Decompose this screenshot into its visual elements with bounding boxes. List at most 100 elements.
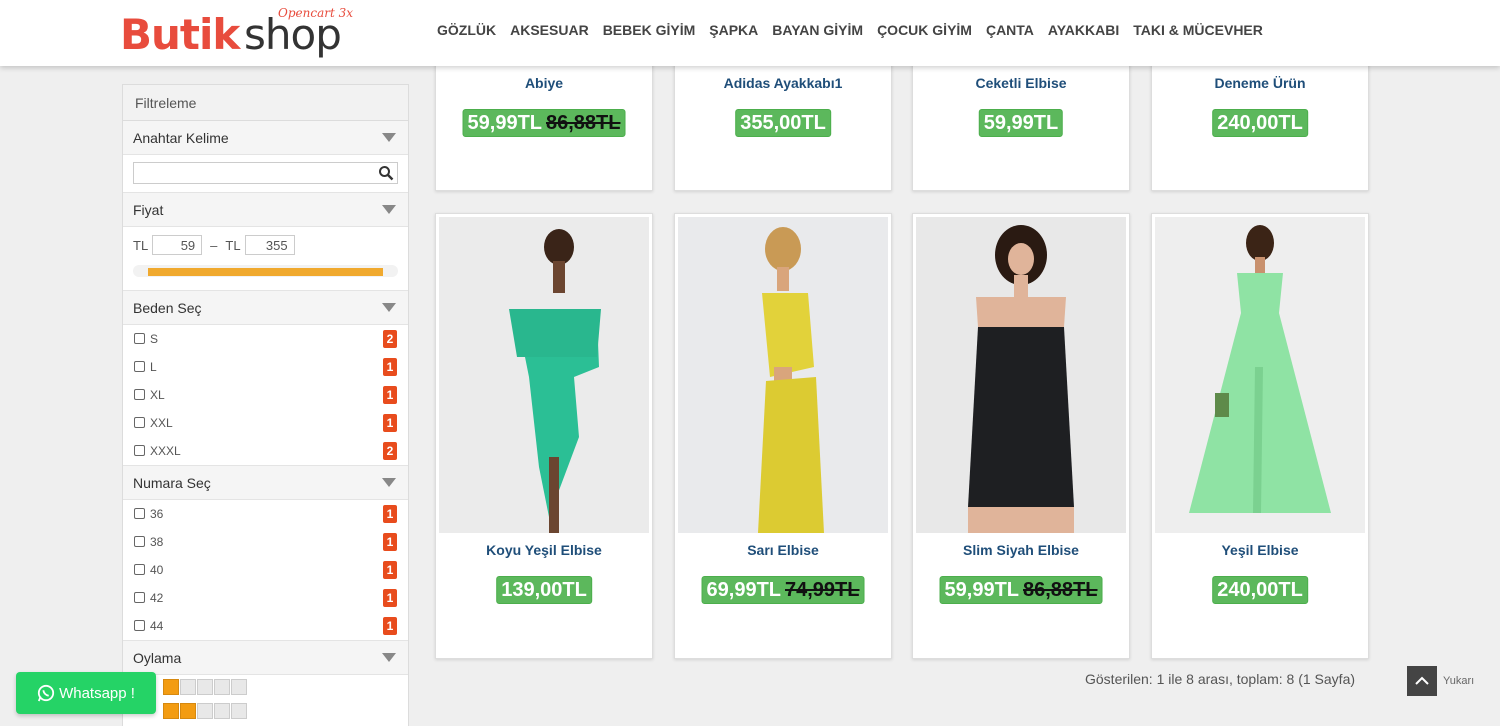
product-card[interactable]: Adidas Ayakkabı1 355,00TL xyxy=(674,60,892,191)
count-badge: 1 xyxy=(383,589,397,607)
product-name[interactable]: Sarı Elbise xyxy=(675,542,891,558)
size-option[interactable]: XXXL 2 xyxy=(123,437,408,465)
option-label: 44 xyxy=(150,619,164,633)
price-max-input[interactable]: 355 xyxy=(244,235,295,255)
keyword-section-header[interactable]: Anahtar Kelime xyxy=(123,121,408,155)
price-tag: 240,00TL xyxy=(1212,576,1308,604)
nav-item-gozluk[interactable]: GÖZLÜK xyxy=(430,22,503,38)
checkbox[interactable] xyxy=(134,508,145,519)
product-card[interactable]: Abiye 59,99TL 86,88TL xyxy=(435,60,653,191)
dress-illustration xyxy=(678,217,888,533)
star-empty-icon xyxy=(197,703,213,719)
nav-item-sapka[interactable]: ŞAPKA xyxy=(702,22,765,38)
checkbox[interactable] xyxy=(134,536,145,547)
count-badge: 1 xyxy=(383,561,397,579)
number-label: Numara Seç xyxy=(133,475,211,491)
price-range-separator: – xyxy=(210,237,218,253)
product-card[interactable]: Koyu Yeşil Elbise 139,00TL xyxy=(435,213,653,659)
product-image[interactable] xyxy=(1155,217,1365,533)
number-option[interactable]: 44 1 xyxy=(123,612,408,640)
dress-illustration xyxy=(916,217,1126,533)
price-current: 59,99TL xyxy=(983,112,1059,134)
product-card[interactable]: Sarı Elbise 69,99TL 74,99TL xyxy=(674,213,892,659)
count-badge: 1 xyxy=(383,358,397,376)
price-current: 240,00TL xyxy=(1217,579,1303,601)
star-empty-icon xyxy=(214,679,230,695)
number-options: 36 1 38 1 40 1 42 1 44 1 xyxy=(123,500,408,641)
checkbox[interactable] xyxy=(134,389,145,400)
nav-item-bayan-giyim[interactable]: BAYAN GİYİM xyxy=(765,22,870,38)
price-min-input[interactable]: 59 xyxy=(152,235,203,255)
site-header: Butik shop Opencart 3x GÖZLÜK AKSESUAR B… xyxy=(0,0,1500,66)
checkbox[interactable] xyxy=(134,592,145,603)
rating-section-header[interactable]: Oylama xyxy=(123,641,408,675)
star-filled-icon xyxy=(163,679,179,695)
product-name[interactable]: Deneme Ürün xyxy=(1152,75,1368,91)
product-name[interactable]: Abiye xyxy=(436,75,652,91)
product-name[interactable]: Ceketli Elbise xyxy=(913,75,1129,91)
checkbox[interactable] xyxy=(134,361,145,372)
rating-option-2[interactable] xyxy=(123,699,408,723)
checkbox[interactable] xyxy=(134,333,145,344)
rating-option-1[interactable] xyxy=(123,675,408,699)
main-nav: GÖZLÜK AKSESUAR BEBEK GİYİM ŞAPKA BAYAN … xyxy=(430,22,1270,38)
whatsapp-icon xyxy=(37,684,55,702)
collapse-triangle-icon xyxy=(382,133,396,142)
number-option[interactable]: 36 1 xyxy=(123,500,408,528)
price-old: 86,88TL xyxy=(1023,579,1098,601)
back-to-top-label[interactable]: Yukarı xyxy=(1443,675,1474,687)
product-card[interactable]: Deneme Ürün 240,00TL xyxy=(1151,60,1369,191)
size-option[interactable]: XXL 1 xyxy=(123,409,408,437)
nav-item-taki-mucevher[interactable]: TAKI & MÜCEVHER xyxy=(1126,22,1270,38)
option-label: 36 xyxy=(150,507,164,521)
option-label: XXL xyxy=(150,416,173,430)
number-option[interactable]: 40 1 xyxy=(123,556,408,584)
product-name[interactable]: Adidas Ayakkabı1 xyxy=(675,75,891,91)
keyword-body xyxy=(123,155,408,193)
site-logo[interactable]: Butik shop Opencart 3x xyxy=(120,6,370,62)
number-option[interactable]: 42 1 xyxy=(123,584,408,612)
count-badge: 1 xyxy=(383,414,397,432)
size-options: S2 L1 XL 1 XXL 1 XXXL 2 xyxy=(123,325,408,466)
search-icon[interactable] xyxy=(378,165,394,181)
rating-label: Oylama xyxy=(133,650,182,666)
star-empty-icon xyxy=(231,703,247,719)
count-badge: 2 xyxy=(383,442,397,460)
dress-illustration xyxy=(439,217,649,533)
product-image[interactable] xyxy=(678,217,888,533)
price-section-header[interactable]: Fiyat xyxy=(123,193,408,227)
count-badge: 2 xyxy=(383,330,397,348)
nav-item-ayakkabi[interactable]: AYAKKABI xyxy=(1041,22,1126,38)
price-old: 86,88TL xyxy=(546,112,621,134)
number-section-header[interactable]: Numara Seç xyxy=(123,466,408,500)
nav-item-aksesuar[interactable]: AKSESUAR xyxy=(503,22,596,38)
product-card[interactable]: Yeşil Elbise 240,00TL xyxy=(1151,213,1369,659)
size-option[interactable]: XL 1 xyxy=(123,381,408,409)
whatsapp-label: Whatsapp ! xyxy=(59,684,135,702)
number-option[interactable]: 38 1 xyxy=(123,528,408,556)
product-card[interactable]: Ceketli Elbise 59,99TL xyxy=(912,60,1130,191)
nav-item-bebek-giyim[interactable]: BEBEK GİYİM xyxy=(596,22,703,38)
checkbox[interactable] xyxy=(134,417,145,428)
nav-item-cocuk-giyim[interactable]: ÇOCUK GİYİM xyxy=(870,22,979,38)
whatsapp-button[interactable]: Whatsapp ! xyxy=(16,672,156,714)
checkbox[interactable] xyxy=(134,564,145,575)
product-name[interactable]: Koyu Yeşil Elbise xyxy=(436,542,652,558)
product-name[interactable]: Yeşil Elbise xyxy=(1152,542,1368,558)
product-card[interactable]: Slim Siyah Elbise 59,99TL 86,88TL xyxy=(912,213,1130,659)
checkbox[interactable] xyxy=(134,445,145,456)
checkbox[interactable] xyxy=(134,620,145,631)
price-tag: 139,00TL xyxy=(496,576,592,604)
product-name[interactable]: Slim Siyah Elbise xyxy=(913,542,1129,558)
product-image[interactable] xyxy=(916,217,1126,533)
option-label: 42 xyxy=(150,591,164,605)
keyword-label: Anahtar Kelime xyxy=(133,130,229,146)
product-image[interactable] xyxy=(439,217,649,533)
keyword-input[interactable] xyxy=(133,162,398,184)
back-to-top-button[interactable] xyxy=(1407,666,1437,696)
size-option[interactable]: L1 xyxy=(123,353,408,381)
size-option[interactable]: S2 xyxy=(123,325,408,353)
price-slider-range[interactable] xyxy=(148,268,383,276)
nav-item-canta[interactable]: ÇANTA xyxy=(979,22,1041,38)
size-section-header[interactable]: Beden Seç xyxy=(123,291,408,325)
